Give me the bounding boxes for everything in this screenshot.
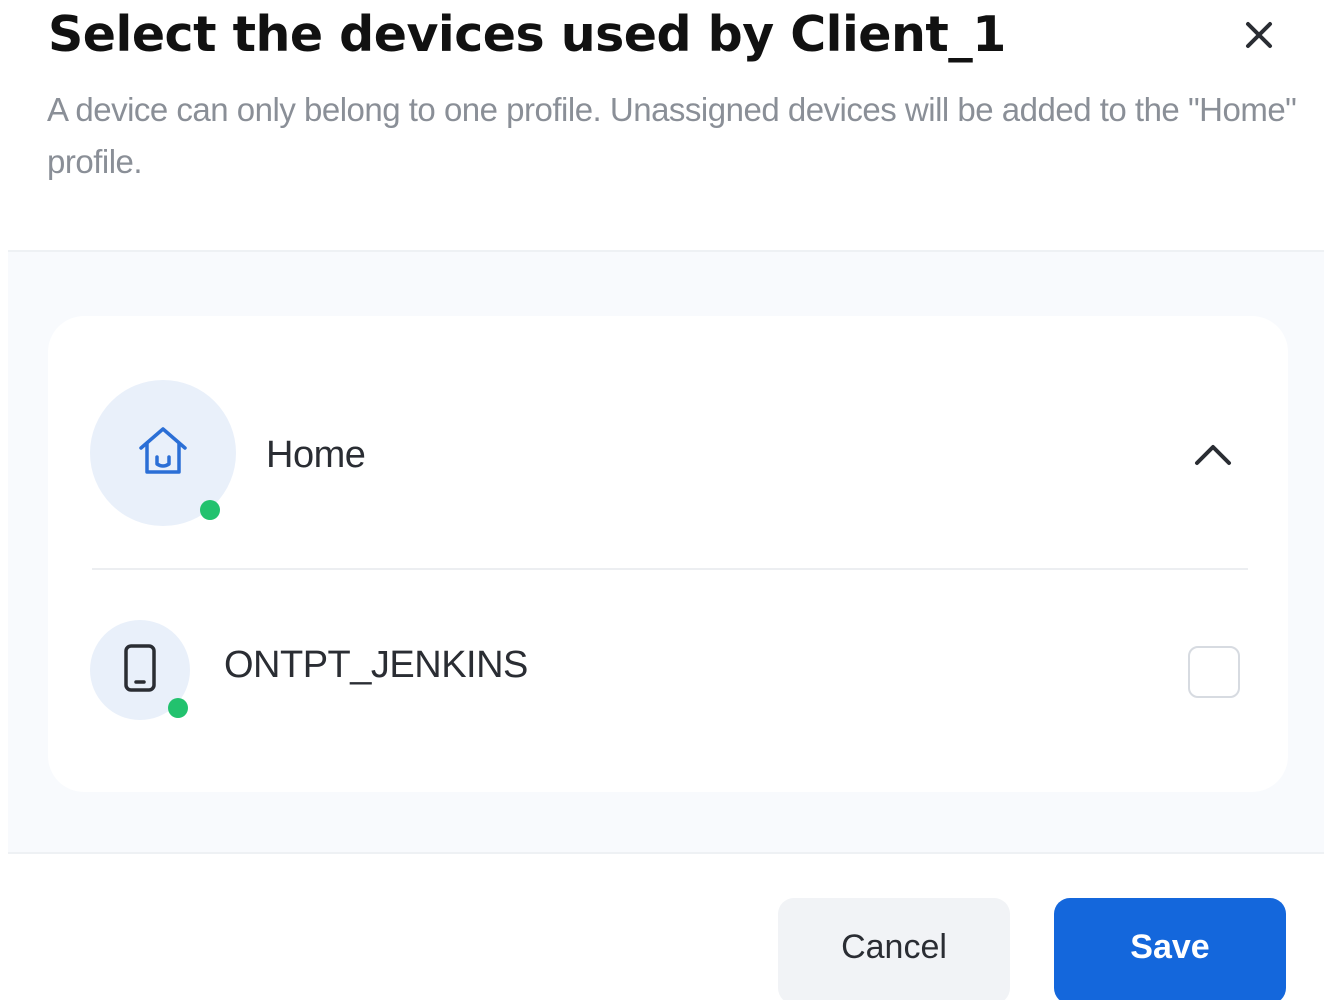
online-status-dot bbox=[200, 500, 220, 520]
profile-name: Home bbox=[266, 434, 366, 476]
close-icon bbox=[1244, 20, 1274, 55]
home-icon bbox=[136, 424, 190, 483]
device-name: ONTPT_JENKINS bbox=[224, 644, 528, 686]
smartphone-icon bbox=[123, 643, 157, 698]
dialog-title: Select the devices used by Client_1 bbox=[48, 6, 1006, 63]
device-selection-dialog: Select the devices used by Client_1 A de… bbox=[0, 0, 1324, 1000]
dialog-content: Home ONTPT_JENKINS bbox=[8, 250, 1324, 854]
save-button[interactable]: Save bbox=[1054, 898, 1286, 1000]
profile-card: Home ONTPT_JENKINS bbox=[48, 316, 1288, 792]
dialog-description: A device can only belong to one profile.… bbox=[47, 91, 1297, 180]
device-checkbox[interactable] bbox=[1188, 646, 1240, 698]
chevron-up-icon[interactable] bbox=[1188, 430, 1238, 480]
cancel-button[interactable]: Cancel bbox=[778, 898, 1010, 1000]
list-item-device[interactable]: ONTPT_JENKINS bbox=[48, 570, 1288, 792]
close-button[interactable] bbox=[1238, 16, 1280, 58]
online-status-dot bbox=[168, 698, 188, 718]
profile-header-home[interactable]: Home bbox=[48, 316, 1288, 570]
